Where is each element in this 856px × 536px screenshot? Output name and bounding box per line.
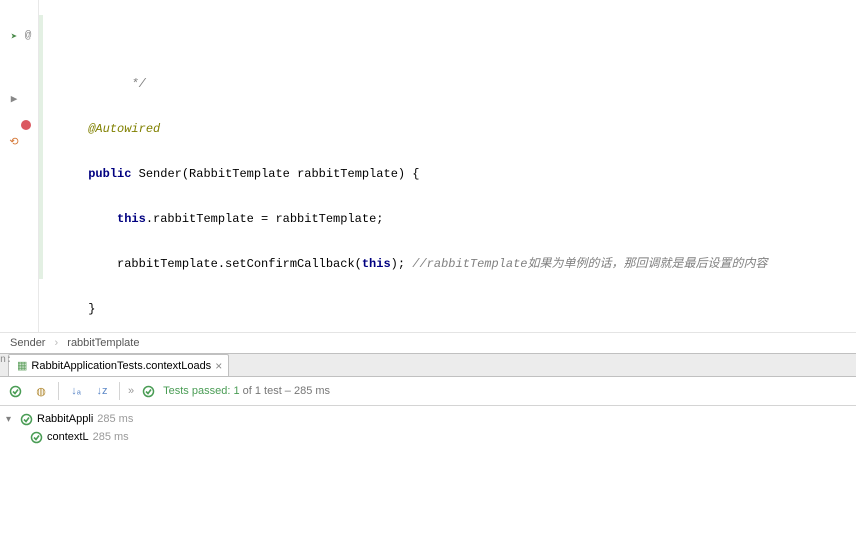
recursive-icon: ⟲ bbox=[6, 135, 22, 151]
chevron-down-icon[interactable]: ▾ bbox=[6, 414, 16, 425]
divider bbox=[119, 382, 120, 400]
ctor-name: Sender bbox=[139, 167, 182, 181]
sort-button-2[interactable]: ↓ᴢ bbox=[93, 382, 111, 400]
show-passed-button[interactable] bbox=[6, 382, 24, 400]
divider bbox=[58, 382, 59, 400]
code-area[interactable]: */ @Autowired public Sender(RabbitTempla… bbox=[39, 0, 856, 332]
label-left: n: bbox=[0, 355, 14, 371]
run-tab[interactable]: ▦ RabbitApplicationTests.contextLoads × bbox=[8, 354, 229, 376]
breadcrumb[interactable]: Sender › rabbitTemplate bbox=[0, 332, 856, 353]
tree-label: RabbitAppli bbox=[37, 413, 93, 425]
comment: //rabbitTemplate如果为单例的话，那回调就是最后设置的内容 bbox=[412, 257, 767, 271]
run-tabs: ▦ RabbitApplicationTests.contextLoads × bbox=[0, 354, 856, 377]
ok-icon bbox=[20, 413, 33, 426]
test-tree[interactable]: ▾ RabbitAppli 285 ms contextL 285 ms bbox=[0, 406, 856, 450]
test-file-icon: ▦ bbox=[17, 359, 27, 372]
keyword: this bbox=[362, 257, 391, 271]
code-text: .rabbitTemplate = rabbitTemplate; bbox=[146, 212, 384, 226]
run-gutter-icon-2[interactable]: ▶ bbox=[6, 92, 22, 108]
tree-row-root[interactable]: ▾ RabbitAppli 285 ms bbox=[0, 410, 856, 428]
chevron-right-icon: › bbox=[55, 337, 59, 349]
annotation-autowired: @Autowired bbox=[88, 122, 160, 136]
status-arrow: » bbox=[128, 385, 134, 397]
breadcrumb-item[interactable]: Sender bbox=[10, 337, 45, 349]
tree-time: 285 ms bbox=[97, 413, 133, 425]
editor-gutter: ➤ @ ▶ ⟲ n: bbox=[0, 0, 39, 332]
editor-pane: ➤ @ ▶ ⟲ n: */ @Autowired public Sender(R… bbox=[0, 0, 856, 332]
tree-row-child[interactable]: contextL 285 ms bbox=[0, 428, 856, 446]
run-panel: ▦ RabbitApplicationTests.contextLoads × … bbox=[0, 353, 856, 450]
code-text: (RabbitTemplate rabbitTemplate) { bbox=[182, 167, 420, 181]
code-text: rabbitTemplate.setConfirmCallback( bbox=[117, 257, 362, 271]
ok-icon bbox=[30, 431, 43, 444]
sort-button[interactable]: ↓ₐ bbox=[67, 382, 85, 400]
code-text: } bbox=[88, 302, 95, 316]
run-toolbar: ◍ ↓ₐ ↓ᴢ » Tests passed: 1 of 1 test – 28… bbox=[0, 377, 856, 406]
breakpoint-icon[interactable] bbox=[18, 120, 34, 136]
show-ignored-button[interactable]: ◍ bbox=[32, 382, 50, 400]
breadcrumb-item[interactable]: rabbitTemplate bbox=[67, 337, 139, 349]
keyword: public bbox=[88, 167, 131, 181]
code-text: ); bbox=[391, 257, 413, 271]
keyword: this bbox=[117, 212, 146, 226]
autowired-gutter-icon[interactable]: @ bbox=[20, 30, 36, 46]
code-text: */ bbox=[103, 77, 146, 91]
run-tab-label: RabbitApplicationTests.contextLoads bbox=[31, 360, 211, 372]
ok-icon bbox=[142, 385, 155, 398]
tree-label: contextL bbox=[47, 431, 89, 443]
tree-time: 285 ms bbox=[93, 431, 129, 443]
tests-status: Tests passed: 1 of 1 test – 285 ms bbox=[163, 385, 330, 397]
close-icon[interactable]: × bbox=[215, 359, 222, 373]
